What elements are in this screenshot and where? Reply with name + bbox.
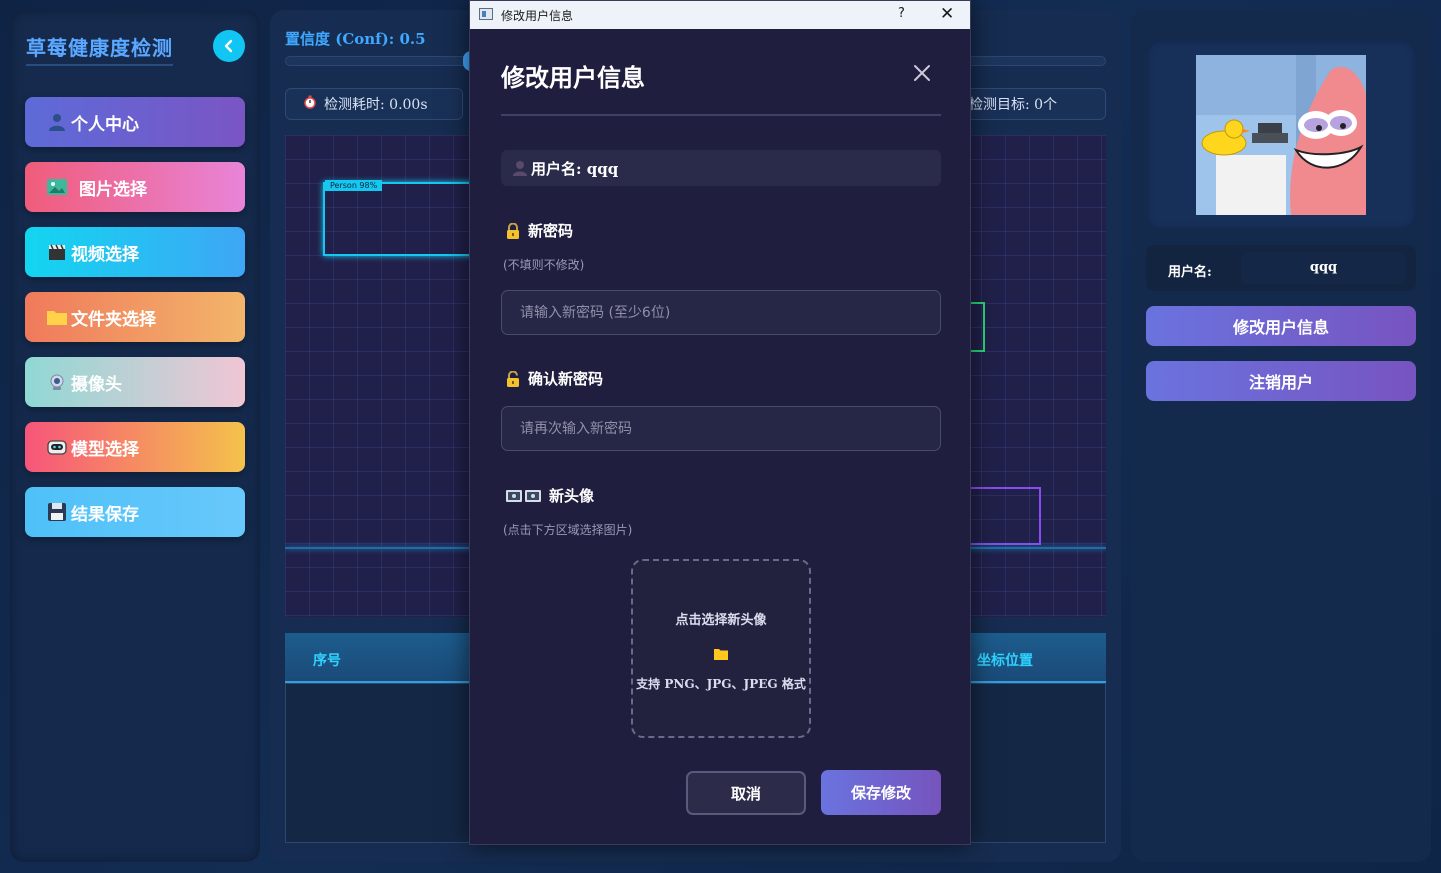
- nav-image-button[interactable]: 图片选择: [25, 162, 245, 212]
- dialog-close-button[interactable]: [910, 61, 934, 85]
- nav-video-label: 视频选择: [71, 244, 139, 265]
- elapsed-time-text: 检测耗时: 0.00s: [324, 97, 428, 113]
- nav-folder-label: 文件夹选择: [71, 309, 156, 330]
- app-title: 草莓健康度检测: [26, 32, 173, 66]
- confirm-password-title-text: 确认新密码: [528, 370, 604, 388]
- avatar-frame: [1146, 40, 1416, 230]
- cancel-button[interactable]: 取消: [686, 771, 806, 815]
- robot-icon: [47, 437, 67, 457]
- new-avatar-title-text: 新头像: [549, 487, 595, 505]
- confidence-label: 置信度 (Conf): 0.5: [285, 30, 426, 48]
- dialog-titlebar[interactable]: 修改用户信息 ? ✕: [470, 1, 970, 29]
- dialog-heading: 修改用户信息: [501, 63, 645, 92]
- new-avatar-title: 新头像: [506, 485, 594, 506]
- current-username-text: 用户名: qqq: [531, 159, 619, 178]
- nav-camera-button[interactable]: 摄像头: [25, 357, 245, 407]
- target-count-stat: 检测目标: 0个: [950, 88, 1106, 120]
- nav-profile-label: 个人中心: [71, 114, 139, 135]
- new-password-title: 新密码: [506, 220, 573, 241]
- column-header-index: 序号: [313, 653, 341, 669]
- nav-camera-label: 摄像头: [71, 374, 122, 395]
- avatar: [1196, 55, 1366, 215]
- avatar-upload-area[interactable]: 点击选择新头像 支持 PNG、JPG、JPEG 格式: [631, 559, 811, 738]
- nav-image-label: 图片选择: [79, 179, 147, 200]
- help-button[interactable]: ?: [898, 6, 905, 21]
- logout-button[interactable]: 注销用户: [1146, 361, 1416, 401]
- confirm-password-input[interactable]: [501, 406, 941, 451]
- chevron-left-icon: [224, 39, 233, 53]
- window-icon: [479, 8, 493, 20]
- lock-icon: [506, 222, 520, 239]
- webcam-icon: [47, 372, 67, 392]
- column-header-coords: 坐标位置: [977, 653, 1033, 669]
- nav-profile-button[interactable]: 个人中心: [25, 97, 245, 147]
- detection-label: Person 98%: [325, 180, 383, 191]
- folder-icon: [47, 307, 67, 327]
- image-icon: [47, 177, 67, 197]
- nav-video-button[interactable]: 视频选择: [25, 227, 245, 277]
- sidebar: 草莓健康度检测 个人中心 图片选择 视频选择 文件夹选择 摄像头 模型选择 结果…: [10, 10, 260, 862]
- stopwatch-icon: [304, 95, 316, 113]
- detection-box: [323, 182, 483, 256]
- close-icon: [914, 65, 930, 81]
- edit-user-button[interactable]: 修改用户信息: [1146, 306, 1416, 346]
- new-password-input[interactable]: [501, 290, 941, 335]
- window-close-button[interactable]: ✕: [940, 4, 954, 24]
- clapper-icon: [47, 242, 67, 262]
- new-password-hint: (不填则不修改): [503, 258, 585, 272]
- username-value: qqq: [1241, 252, 1406, 284]
- folder-icon: [714, 645, 728, 664]
- floppy-icon: [47, 502, 67, 522]
- new-password-title-text: 新密码: [528, 222, 574, 240]
- upload-title: 点击选择新头像: [675, 613, 767, 628]
- current-username: 用户名: qqq: [501, 150, 941, 186]
- user-icon: [47, 112, 67, 132]
- window-title: 修改用户信息: [501, 9, 574, 23]
- elapsed-time-stat: 检测耗时: 0.00s: [285, 88, 463, 120]
- nav-model-label: 模型选择: [71, 439, 139, 460]
- edit-user-dialog: 修改用户信息 ? ✕ 修改用户信息 用户名: qqq 新密码 (不填则不修改) …: [469, 0, 971, 845]
- nav-folder-button[interactable]: 文件夹选择: [25, 292, 245, 342]
- upload-formats: 支持 PNG、JPG、JPEG 格式: [636, 677, 806, 691]
- collapse-sidebar-button[interactable]: [213, 30, 245, 62]
- user-panel: 用户名: qqq 修改用户信息 注销用户: [1131, 10, 1431, 862]
- nav-model-button[interactable]: 模型选择: [25, 422, 245, 472]
- target-count-text: 检测目标: 0个: [969, 97, 1058, 113]
- unlock-icon: [506, 370, 520, 387]
- nav-save-button[interactable]: 结果保存: [25, 487, 245, 537]
- nav-save-label: 结果保存: [71, 504, 139, 525]
- username-row: 用户名: qqq: [1146, 245, 1416, 291]
- photo-frames-icon: [506, 489, 541, 502]
- save-button[interactable]: 保存修改: [821, 770, 941, 815]
- divider: [501, 114, 941, 116]
- username-label: 用户名:: [1168, 265, 1212, 280]
- confirm-password-title: 确认新密码: [506, 368, 603, 389]
- user-silhouette-icon: [513, 160, 527, 176]
- new-avatar-hint: (点击下方区域选择图片): [503, 523, 633, 537]
